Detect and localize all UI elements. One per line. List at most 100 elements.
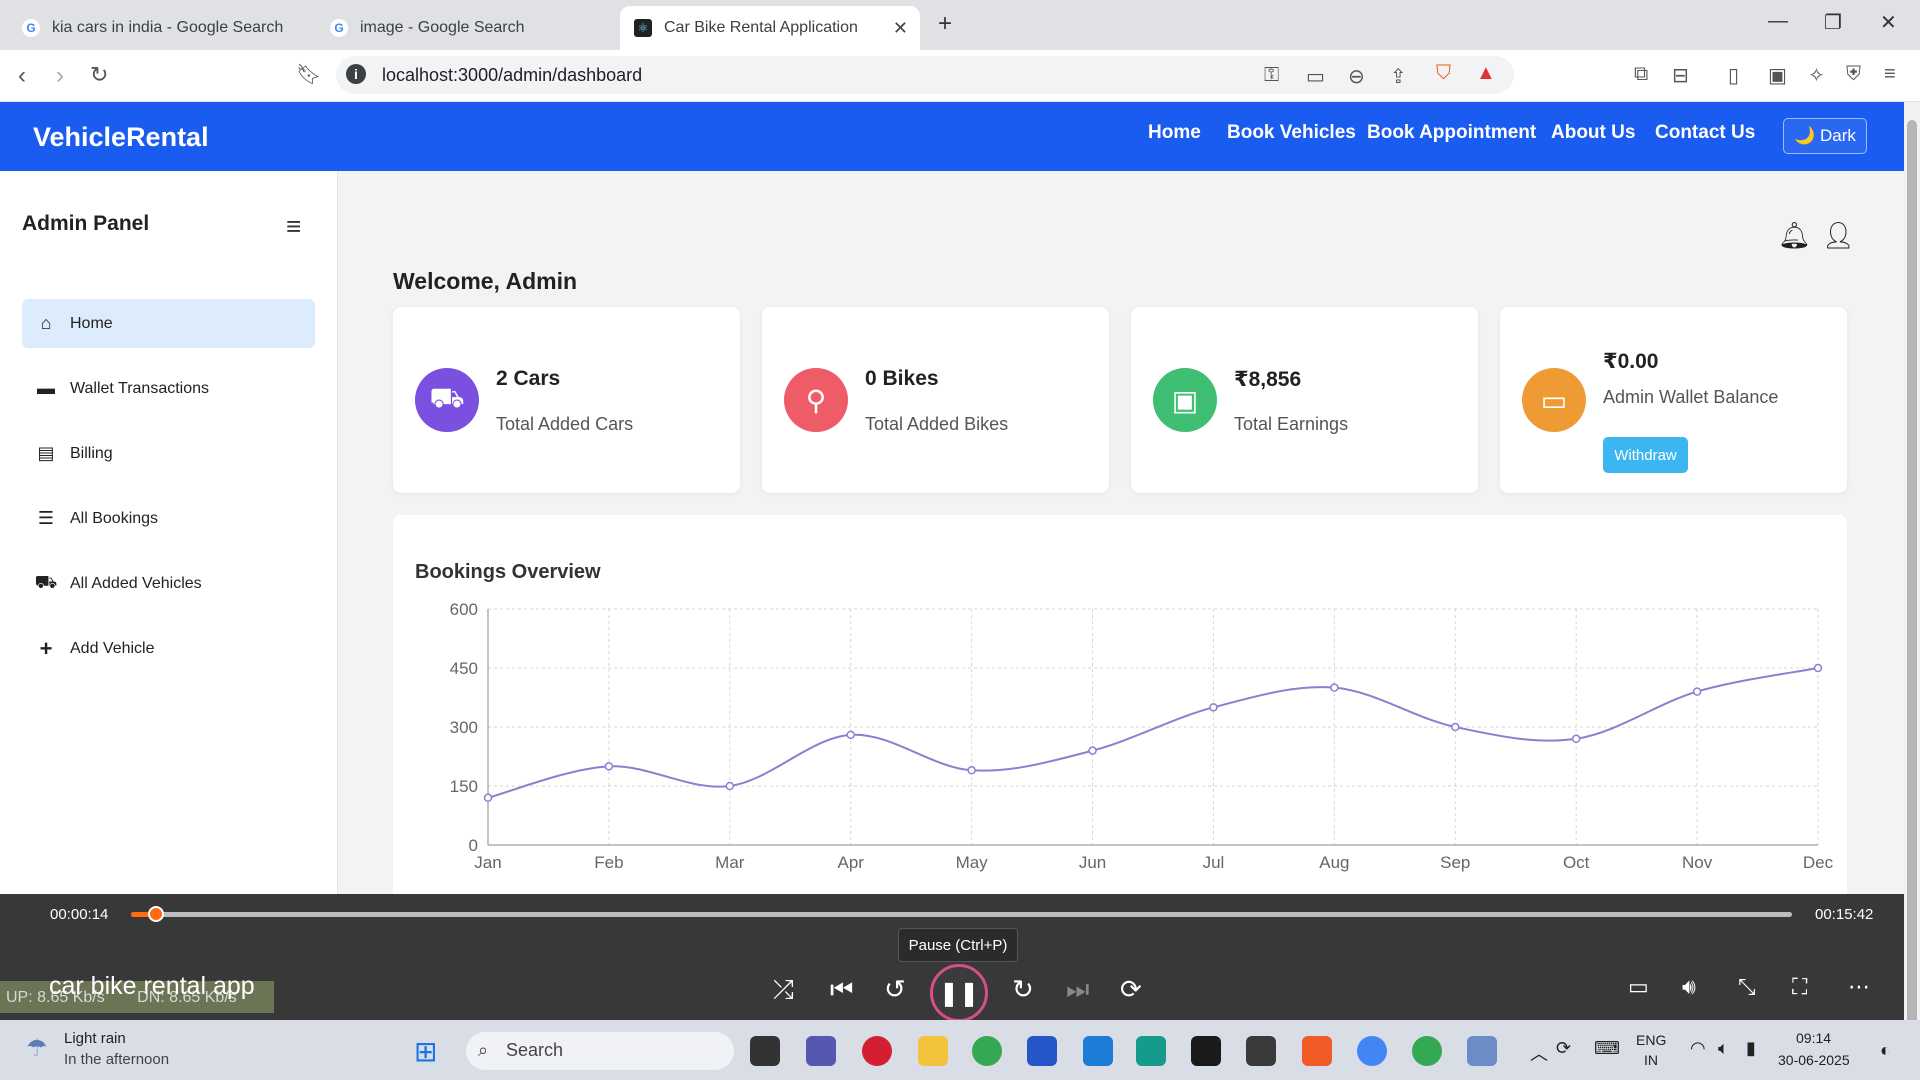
data-point (483, 793, 493, 803)
x-tick-label: Jul (1203, 853, 1225, 872)
next-icon[interactable]: ⏭︎ (1066, 974, 1089, 1006)
sidebar-item-label: Billing (70, 444, 113, 462)
chevron-up-icon[interactable]: ︿ (1530, 1040, 1548, 1066)
seek-bar[interactable] (131, 906, 1792, 922)
notifications-icon[interactable]: ◐ (1880, 1040, 1891, 1061)
bookmark-icon[interactable]: 🔖︎ (296, 62, 321, 87)
share-icon[interactable]: ⇪ (1390, 64, 1407, 89)
nav-contact-us[interactable]: Contact Us (1655, 122, 1755, 144)
weather-condition[interactable]: Light rain (64, 1030, 126, 1047)
seek-handle[interactable] (147, 906, 164, 922)
back-icon[interactable]: ‹ (18, 62, 26, 90)
cast-icon[interactable]: ▭ (1306, 64, 1325, 89)
windows-start-icon[interactable]: ⊞ (414, 1035, 437, 1068)
sidebar-item-add-vehicle[interactable]: + Add Vehicle (22, 624, 315, 673)
brave-rewards-icon[interactable]: ▲ (1476, 62, 1496, 85)
keyboard-icon[interactable]: ⌨ (1594, 1038, 1620, 1059)
key-icon[interactable]: ⚿ (1264, 64, 1279, 87)
sync-icon[interactable]: ⟳ (1556, 1038, 1571, 1059)
sidebar-item-all-added-vehicles[interactable]: ⛟ All Added Vehicles (22, 559, 315, 608)
fullscreen-icon[interactable]: ⛶ (1792, 974, 1807, 1000)
wallet-icon[interactable]: ▣ (1768, 63, 1787, 88)
task-view-icon[interactable] (750, 1036, 780, 1066)
forward-icon[interactable]: › (56, 62, 64, 90)
mini-player-icon[interactable]: ⤡ (1738, 974, 1756, 1000)
chrome-profile-icon[interactable] (1357, 1036, 1387, 1066)
nav-about-us[interactable]: About Us (1551, 122, 1635, 144)
brave-icon[interactable] (1302, 1036, 1332, 1066)
notification-bell-icon[interactable]: 🔔︎ (1778, 220, 1811, 251)
sidebar-item-label: All Bookings (70, 509, 159, 527)
y-tick-label: 450 (450, 659, 478, 678)
vpn-icon[interactable]: ⛨ (1846, 63, 1861, 86)
tab-car-bike-rental[interactable]: ⚛ Car Bike Rental Application ✕ (620, 6, 920, 50)
leo-ai-icon[interactable]: ✧ (1808, 63, 1825, 88)
nav-home[interactable]: Home (1148, 122, 1201, 144)
teams-icon[interactable] (806, 1036, 836, 1066)
site-info-icon[interactable]: i (346, 64, 366, 84)
sidebar-item-billing[interactable]: ▤ Billing (22, 429, 315, 478)
speaker-icon[interactable]: 🔈︎ (1718, 1038, 1729, 1059)
page-scrollbar[interactable] (1904, 102, 1920, 1032)
vscode-icon[interactable] (1083, 1036, 1113, 1066)
dark-mode-toggle[interactable]: 🌙 Dark (1783, 118, 1867, 154)
subtitles-icon[interactable]: ▭ (1628, 974, 1649, 1000)
brand-logo[interactable]: VehicleRental (33, 122, 209, 153)
data-point (846, 730, 855, 740)
tab-image-search[interactable]: G image - Google Search (316, 6, 616, 50)
sidebar-item-wallet-transactions[interactable]: ▬ Wallet Transactions (22, 364, 315, 413)
taskbar-search[interactable]: ⌕ Search (466, 1032, 734, 1070)
close-window-icon[interactable]: ✕ (1880, 10, 1897, 35)
new-tab-button[interactable]: + (938, 10, 952, 38)
react-icon: ⚛ (634, 19, 652, 37)
language-code[interactable]: ENG (1636, 1032, 1666, 1048)
file-explorer-icon[interactable] (918, 1036, 948, 1066)
restore-icon[interactable]: ❐ (1824, 10, 1842, 35)
battery-icon[interactable]: ▮ (1746, 1038, 1756, 1059)
figma-icon[interactable] (1191, 1036, 1221, 1066)
sidebar-item-all-bookings[interactable]: ☰ All Bookings (22, 494, 315, 543)
browser-toolbar: ‹ › ↻ 🔖︎ i localhost:3000/admin/dashboar… (0, 50, 1920, 102)
sidebar-item-label: Add Vehicle (70, 639, 155, 657)
volume-icon[interactable]: 🔊︎ (1682, 974, 1696, 1000)
scroll-thumb[interactable] (1907, 120, 1917, 1032)
withdraw-button[interactable]: Withdraw (1603, 437, 1688, 473)
sidebar-toggle-icon[interactable]: ▯ (1728, 63, 1739, 88)
minimize-icon[interactable]: — (1768, 10, 1788, 33)
shuffle-icon[interactable]: ⤮ (773, 974, 794, 1006)
wifi-icon[interactable]: ◠ (1690, 1038, 1706, 1059)
menu-icon[interactable]: ≡ (1884, 63, 1896, 86)
previous-icon[interactable]: ⏮︎ (830, 974, 853, 1006)
pause-button[interactable]: ❚❚ (930, 964, 988, 1022)
sidebar-item-label: Wallet Transactions (70, 379, 210, 397)
forward-30-icon[interactable]: ↻ (1012, 974, 1034, 1005)
clock-time[interactable]: 09:14 (1796, 1030, 1831, 1046)
rewind-10-icon[interactable]: ↺ (884, 974, 906, 1005)
arduino-icon[interactable] (1136, 1036, 1166, 1066)
sidebar-item-home[interactable]: ⌂ Home (22, 299, 315, 348)
close-tab-icon[interactable]: ✕ (893, 18, 908, 39)
nav-book-appointment[interactable]: Book Appointment (1367, 122, 1536, 144)
repeat-icon[interactable]: ⟳ (1120, 974, 1142, 1005)
tab-kia-cars[interactable]: G kia cars in india - Google Search (8, 6, 308, 50)
user-profile-icon[interactable]: 👤︎ (1822, 220, 1855, 251)
store-icon[interactable] (1027, 1036, 1057, 1066)
reload-icon[interactable]: ↻ (90, 62, 108, 88)
x-tick-label: Jun (1079, 853, 1106, 872)
chrome-icon[interactable] (972, 1036, 1002, 1066)
opera-icon[interactable] (862, 1036, 892, 1066)
brave-shield-icon[interactable]: ⛉ (1436, 62, 1451, 85)
more-options-icon[interactable]: ⋯ (1848, 974, 1870, 1000)
series-line (487, 667, 1819, 799)
hamburger-menu-icon[interactable]: ≡ (286, 211, 301, 242)
extensions-icon[interactable]: ⧉ (1634, 63, 1648, 86)
car-icon: ⛟ (415, 368, 479, 432)
app-icon[interactable] (1467, 1036, 1497, 1066)
zoom-icon[interactable]: ⊖ (1348, 64, 1365, 89)
tab-search-icon[interactable]: ⊟ (1672, 63, 1689, 88)
chrome-dev-icon[interactable] (1412, 1036, 1442, 1066)
x-tick-label: Sep (1440, 853, 1470, 872)
nav-book-vehicles[interactable]: Book Vehicles (1227, 122, 1356, 144)
terminal-icon[interactable] (1246, 1036, 1276, 1066)
address-bar[interactable]: i localhost:3000/admin/dashboard ⚿ ▭ ⊖ ⇪… (336, 56, 1514, 94)
